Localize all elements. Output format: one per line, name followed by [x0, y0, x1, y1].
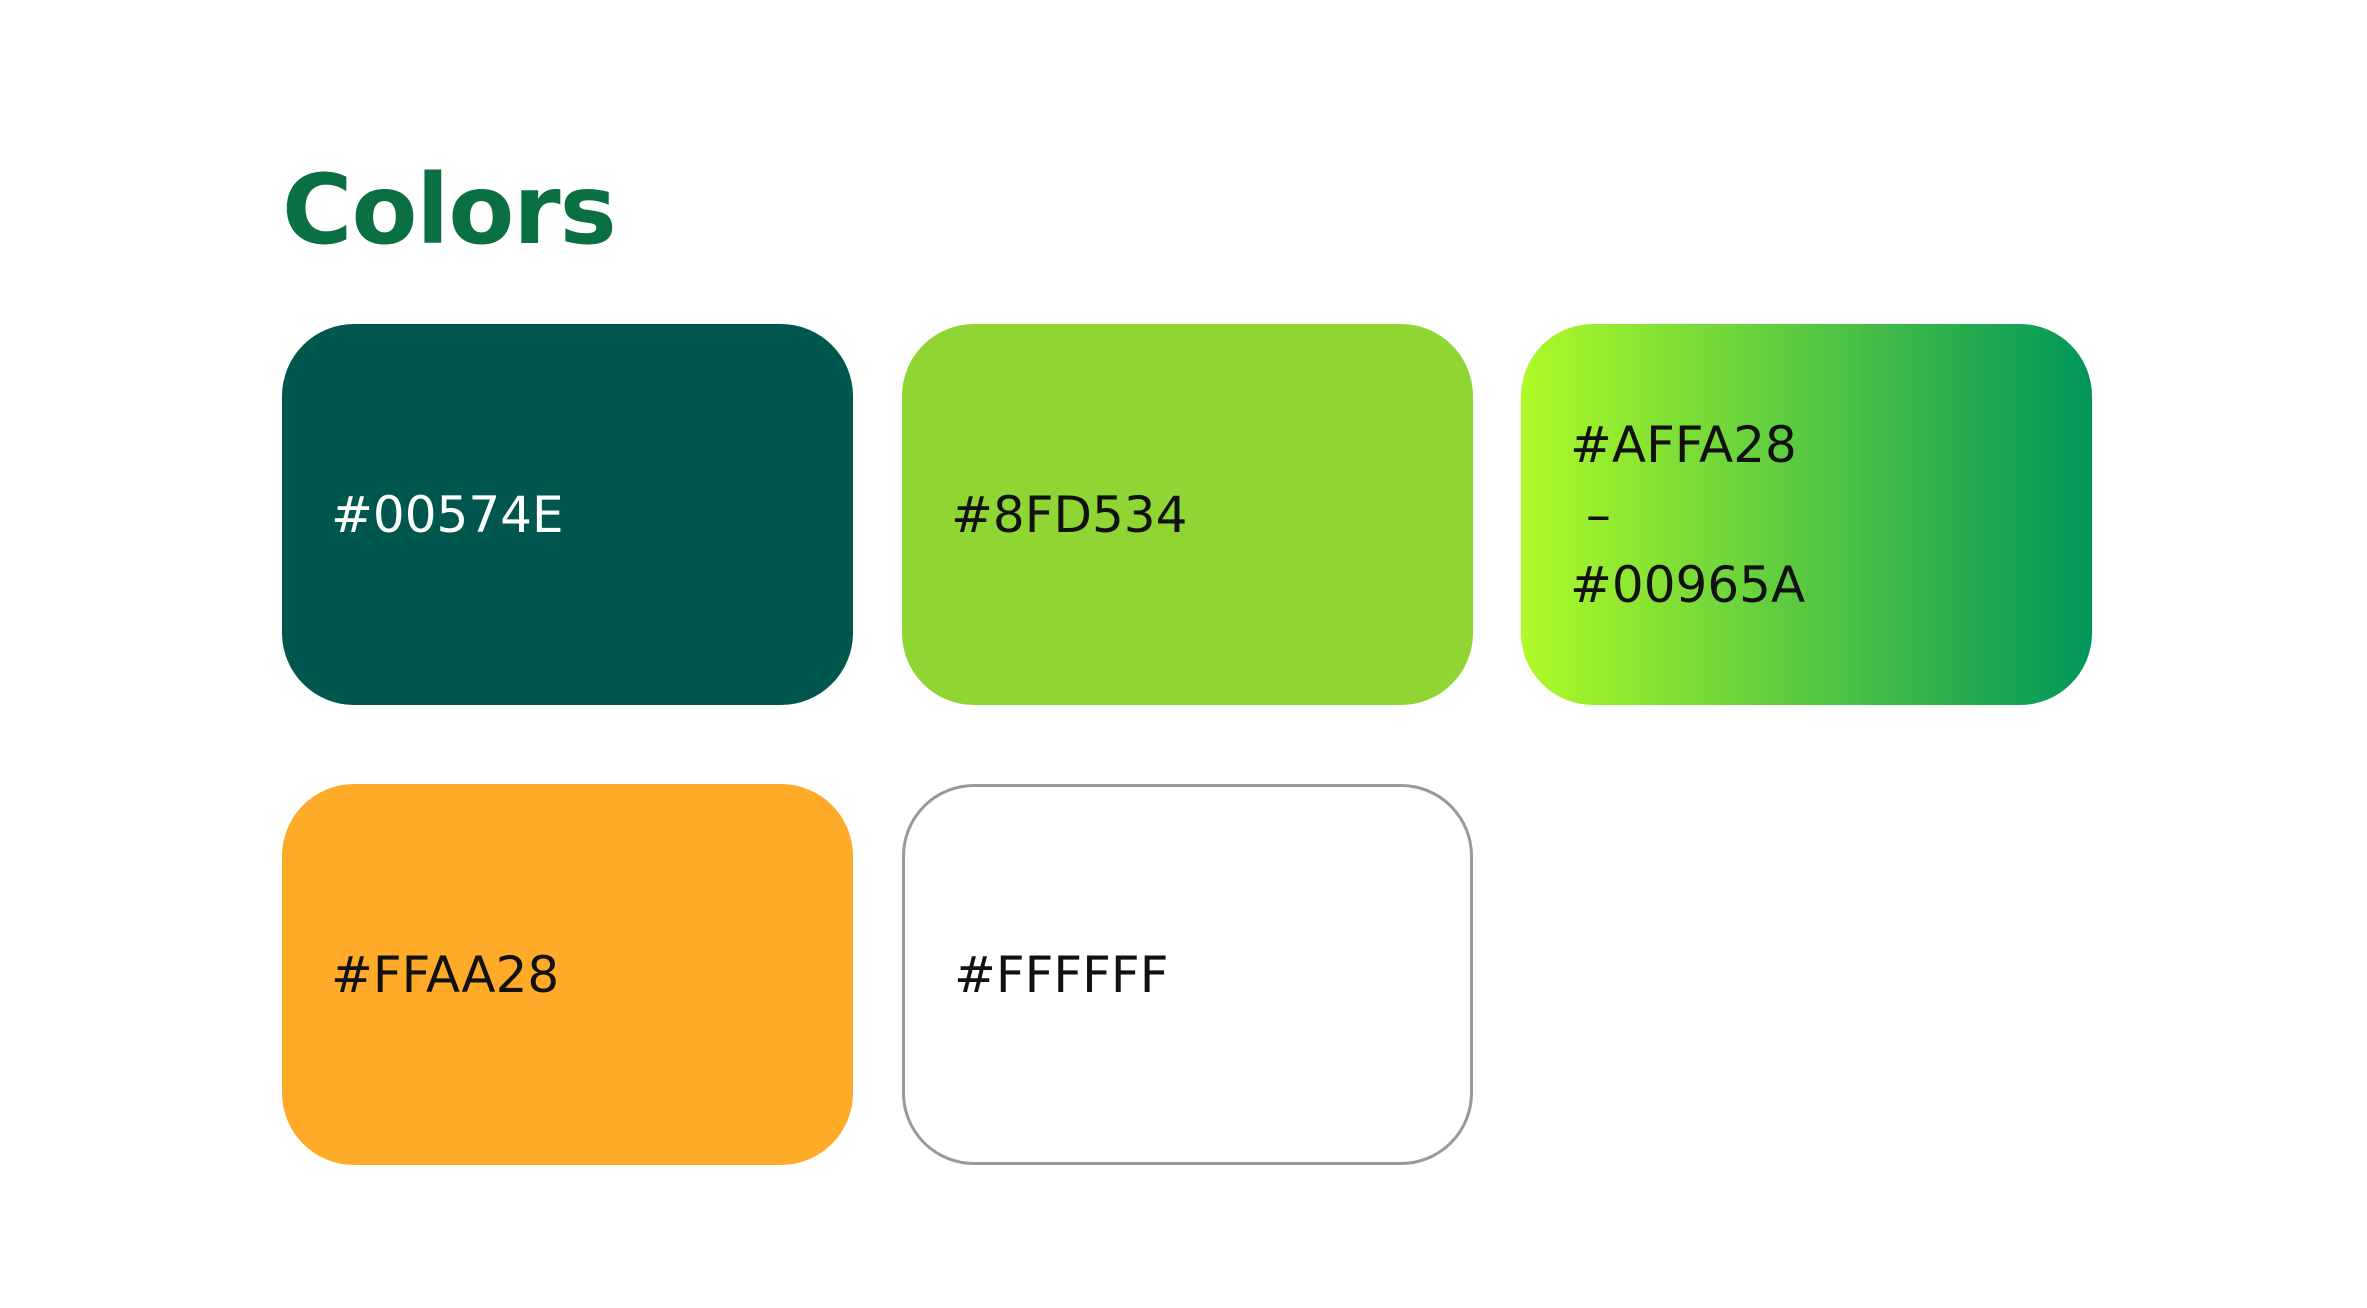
- swatch-label: #AFFA28 – #00965A: [1570, 415, 1806, 614]
- swatch-label: #FFFFFF: [954, 945, 1169, 1004]
- color-swatch: #00574E: [282, 324, 853, 705]
- color-swatch: #FFFFFF: [902, 784, 1473, 1165]
- swatch-label: #00574E: [331, 485, 564, 544]
- swatch-label: #8FD534: [951, 485, 1188, 544]
- page-title: Colors: [282, 154, 617, 266]
- color-swatch: #8FD534: [902, 324, 1473, 705]
- color-swatch: #FFAA28: [282, 784, 853, 1165]
- gradient-swatch: #AFFA28 – #00965A: [1521, 324, 2092, 705]
- swatch-label: #FFAA28: [331, 945, 560, 1004]
